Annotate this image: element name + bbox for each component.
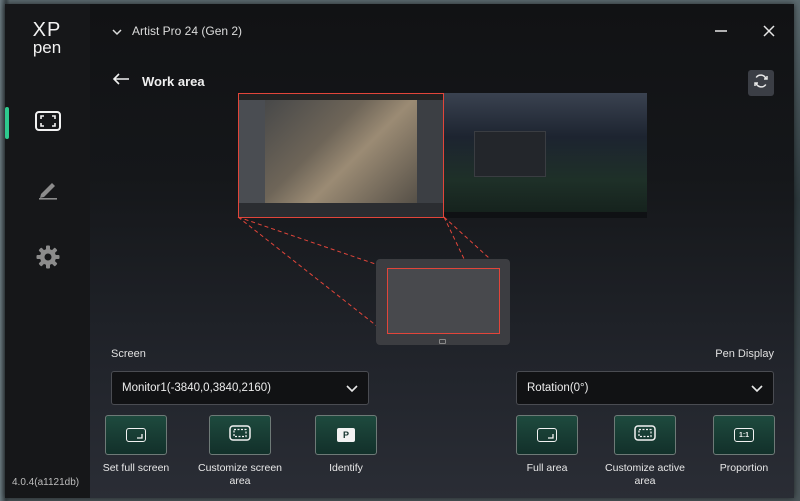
sidebar-item-settings[interactable] <box>5 241 90 277</box>
page-header: Work area <box>112 70 205 92</box>
identify-icon: P <box>337 428 355 442</box>
full-area-icon <box>537 428 557 442</box>
sidebar-item-work-area[interactable] <box>5 105 90 141</box>
tablet-logo-icon <box>439 339 446 344</box>
screen-dropdown-value: Monitor1(-3840,0,3840,2160) <box>122 382 271 394</box>
custom-active-area-icon <box>634 424 656 446</box>
sidebar-item-pen[interactable] <box>5 173 90 209</box>
screen-label: Screen <box>111 348 146 360</box>
monitor1-thumbnail[interactable] <box>238 93 444 218</box>
close-icon[interactable] <box>758 20 780 42</box>
app-window: XP pen 4.0.4(a1121db) Artist Pro 24 (Gen… <box>5 4 794 498</box>
customize-screen-area-button[interactable] <box>209 415 271 455</box>
version-label: 4.0.4(a1121db) <box>12 477 80 488</box>
chevron-down-icon <box>346 383 358 396</box>
identify-action: P Identify <box>296 415 396 475</box>
work-area-icon <box>34 110 61 136</box>
proportion-label: Proportion <box>719 462 769 474</box>
device-dropdown-chevron-icon[interactable] <box>112 24 122 42</box>
identify-button[interactable]: P <box>315 415 377 455</box>
rotation-dropdown[interactable]: Rotation(0°) <box>516 371 774 405</box>
proportion-icon-text: 1:1 <box>738 431 750 439</box>
proportion-action: 1:1 Proportion <box>694 415 794 475</box>
customize-active-area-action: Customize active area <box>595 415 695 488</box>
page-title: Work area <box>142 73 205 89</box>
active-area-rectangle[interactable] <box>387 268 500 334</box>
pen-display-label: Pen Display <box>715 348 774 360</box>
pen-display-preview <box>376 259 510 345</box>
identify-label: Identify <box>329 462 363 474</box>
sidebar: XP pen 4.0.4(a1121db) <box>5 4 90 498</box>
pen-icon <box>37 178 59 205</box>
logo-line1: XP <box>32 19 62 41</box>
customize-active-area-label: Customize active area <box>605 462 685 487</box>
monitor2-thumbnail[interactable] <box>444 93 647 218</box>
monitor-preview <box>238 93 648 221</box>
refresh-icon <box>753 73 769 94</box>
title-bar: Artist Pro 24 (Gen 2) <box>90 4 794 56</box>
minimize-icon[interactable] <box>710 20 732 42</box>
customize-screen-area-action: Customize screen area <box>190 415 290 488</box>
main-panel: Artist Pro 24 (Gen 2) Work area Screen P… <box>90 4 794 498</box>
back-arrow-icon[interactable] <box>112 72 130 91</box>
full-area-label: Full area <box>526 462 568 474</box>
rotation-dropdown-value: Rotation(0°) <box>527 382 589 394</box>
full-screen-icon <box>126 428 146 442</box>
device-selector[interactable]: Artist Pro 24 (Gen 2) <box>132 24 242 38</box>
screen-dropdown[interactable]: Monitor1(-3840,0,3840,2160) <box>111 371 369 405</box>
proportion-button[interactable]: 1:1 <box>713 415 775 455</box>
settings-gear-icon <box>35 244 61 275</box>
set-full-screen-label: Set full screen <box>102 462 170 474</box>
chevron-down-icon <box>751 383 763 396</box>
custom-area-icon <box>229 424 251 446</box>
customize-active-area-button[interactable] <box>614 415 676 455</box>
proportion-icon: 1:1 <box>734 428 754 442</box>
full-area-button[interactable] <box>516 415 578 455</box>
logo-line2: pen <box>32 38 62 57</box>
xppen-logo: XP pen <box>25 19 69 57</box>
full-area-action: Full area <box>497 415 597 475</box>
refresh-button[interactable] <box>748 70 774 96</box>
customize-screen-area-label: Customize screen area <box>197 462 283 487</box>
identify-icon-text: P <box>342 430 349 440</box>
set-full-screen-action: Set full screen <box>86 415 186 475</box>
set-full-screen-button[interactable] <box>105 415 167 455</box>
